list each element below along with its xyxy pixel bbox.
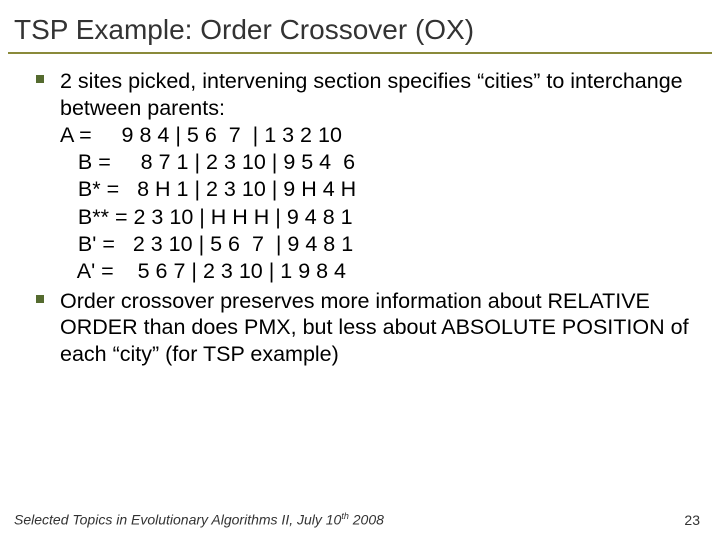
equation-line: B = 8 7 1 | 2 3 10 | 9 5 4 6	[60, 149, 692, 176]
equation-line: B* = 8 H 1 | 2 3 10 | 9 H 4 H	[60, 176, 692, 203]
equation-block: A = 9 8 4 | 5 6 7 | 1 3 2 10 B = 8 7 1 |…	[60, 122, 692, 286]
equation-line: B' = 2 3 10 | 5 6 7 | 9 4 8 1	[60, 231, 692, 258]
bullet-item: 2 sites picked, intervening section spec…	[60, 68, 692, 286]
page-number: 23	[684, 512, 700, 528]
footer-suffix: 2008	[349, 512, 384, 528]
footer-text: Selected Topics in Evolutionary Algorith…	[14, 511, 384, 528]
slide-title: TSP Example: Order Crossover (OX)	[0, 0, 720, 52]
footer-superscript: th	[341, 511, 349, 521]
equation-line: A = 9 8 4 | 5 6 7 | 1 3 2 10	[60, 122, 692, 149]
bullet-text: Order crossover preserves more informati…	[60, 288, 692, 369]
equation-line: A' = 5 6 7 | 2 3 10 | 1 9 8 4	[60, 258, 692, 285]
slide: TSP Example: Order Crossover (OX) 2 site…	[0, 0, 720, 540]
content-area: 2 sites picked, intervening section spec…	[0, 54, 720, 368]
square-bullet-icon	[36, 295, 44, 303]
footer-prefix: Selected Topics in Evolutionary Algorith…	[14, 512, 341, 528]
bullet-text: 2 sites picked, intervening section spec…	[60, 68, 692, 122]
square-bullet-icon	[36, 75, 44, 83]
equation-line: B** = 2 3 10 | H H H | 9 4 8 1	[60, 204, 692, 231]
bullet-item: Order crossover preserves more informati…	[60, 288, 692, 369]
